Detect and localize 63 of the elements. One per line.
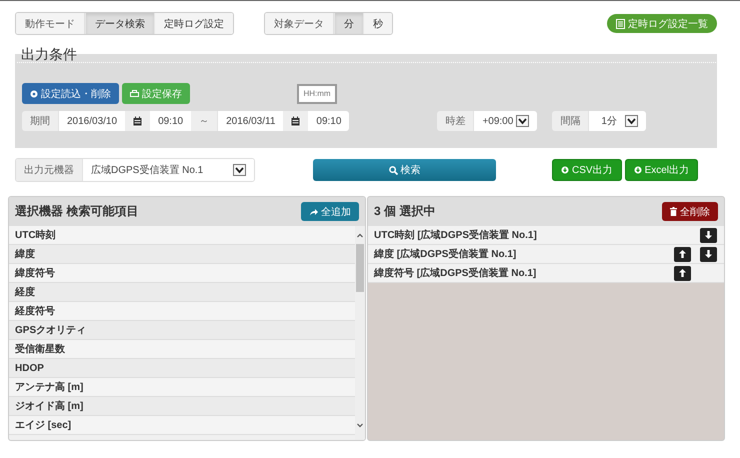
- dropdown-arrow[interactable]: [233, 164, 246, 176]
- calendar-button[interactable]: [283, 111, 308, 131]
- delete-all-button[interactable]: 全削除: [662, 202, 718, 221]
- gear-icon: [30, 90, 38, 98]
- calendar-button[interactable]: [125, 111, 150, 131]
- selected-item-label: 緯度符号 [広域DGPS受信装置 No.1]: [374, 266, 538, 280]
- calendar-icon: [291, 116, 300, 126]
- list-item[interactable]: エイジ [sec]: [9, 416, 355, 435]
- source-device-label: 出力元機器: [16, 159, 83, 181]
- period-label: 期間: [22, 111, 59, 131]
- mode-label: 動作モード: [16, 13, 85, 34]
- selected-value: 1分: [601, 115, 617, 128]
- list-item[interactable]: 緯度: [9, 245, 355, 264]
- list-item[interactable]: 受信衛星数: [9, 340, 355, 359]
- list-item[interactable]: GPSクオリティ: [9, 321, 355, 340]
- list-item[interactable]: HDOP: [9, 359, 355, 378]
- search-button[interactable]: 検索: [313, 159, 496, 181]
- date-field[interactable]: 2016/03/11: [218, 111, 284, 131]
- list-item[interactable]: 緯度符号: [9, 264, 355, 283]
- target-label: 対象データ: [265, 13, 334, 34]
- mode-option[interactable]: 定時ログ設定: [154, 13, 233, 34]
- time-offset-label: 時差: [437, 111, 474, 131]
- target-option[interactable]: 分: [334, 13, 363, 34]
- dropdown-arrow[interactable]: [516, 115, 530, 127]
- selected-item-label: 緯度 [広域DGPS受信装置 No.1]: [374, 247, 518, 261]
- add-all-button[interactable]: 全追加: [301, 202, 359, 221]
- download-icon: [634, 166, 642, 174]
- move-up-button[interactable]: [674, 246, 691, 262]
- move-up-button[interactable]: [674, 266, 691, 280]
- selected-value: 広域DGPS受信装置 No.1: [91, 164, 204, 177]
- interval-label: 間隔: [552, 111, 590, 131]
- move-down-button[interactable]: [700, 246, 717, 262]
- list-item[interactable]: 経度符号: [9, 302, 355, 321]
- printer-icon: [130, 90, 139, 98]
- move-down-button[interactable]: [700, 228, 717, 242]
- list-icon: [616, 18, 625, 28]
- export-button[interactable]: Excel出力: [624, 159, 698, 181]
- selected-item-label: UTC時刻 [広域DGPS受信装置 No.1]: [374, 228, 538, 242]
- list-item[interactable]: アンテナ高 [m]: [9, 378, 355, 397]
- search-icon: [388, 166, 398, 174]
- load-delete-button[interactable]: 設定読込・削除: [22, 83, 119, 104]
- section-title: 出力条件: [15, 46, 717, 63]
- dropdown-arrow[interactable]: [624, 115, 638, 127]
- list-item[interactable]: 経度: [9, 283, 355, 302]
- target-option[interactable]: 秒: [363, 13, 392, 34]
- download-icon: [561, 166, 569, 174]
- share-arrow-icon: [309, 208, 318, 216]
- mode-option[interactable]: データ検索: [85, 13, 154, 34]
- export-button[interactable]: CSV出力: [552, 159, 622, 181]
- time-format-hint: HH:mm: [297, 84, 337, 104]
- calendar-icon: [133, 116, 142, 126]
- time-field[interactable]: 09:10: [308, 111, 350, 131]
- date-field[interactable]: 2016/03/10: [59, 111, 126, 131]
- panel-title: 3 個 選択中: [374, 203, 436, 220]
- time-offset-select[interactable]: +09:00: [474, 111, 538, 131]
- range-separator: ～: [191, 111, 218, 131]
- panel-title: 選択機器 検索可能項目: [15, 203, 138, 220]
- selected-value: +09:00: [482, 116, 514, 126]
- list-item[interactable]: UTC時刻: [9, 226, 355, 245]
- list-item[interactable]: ジオイド高 [m]: [9, 397, 355, 416]
- time-field[interactable]: 09:10: [150, 111, 192, 131]
- trash-icon: [670, 207, 677, 216]
- interval-select[interactable]: 1分: [589, 111, 646, 131]
